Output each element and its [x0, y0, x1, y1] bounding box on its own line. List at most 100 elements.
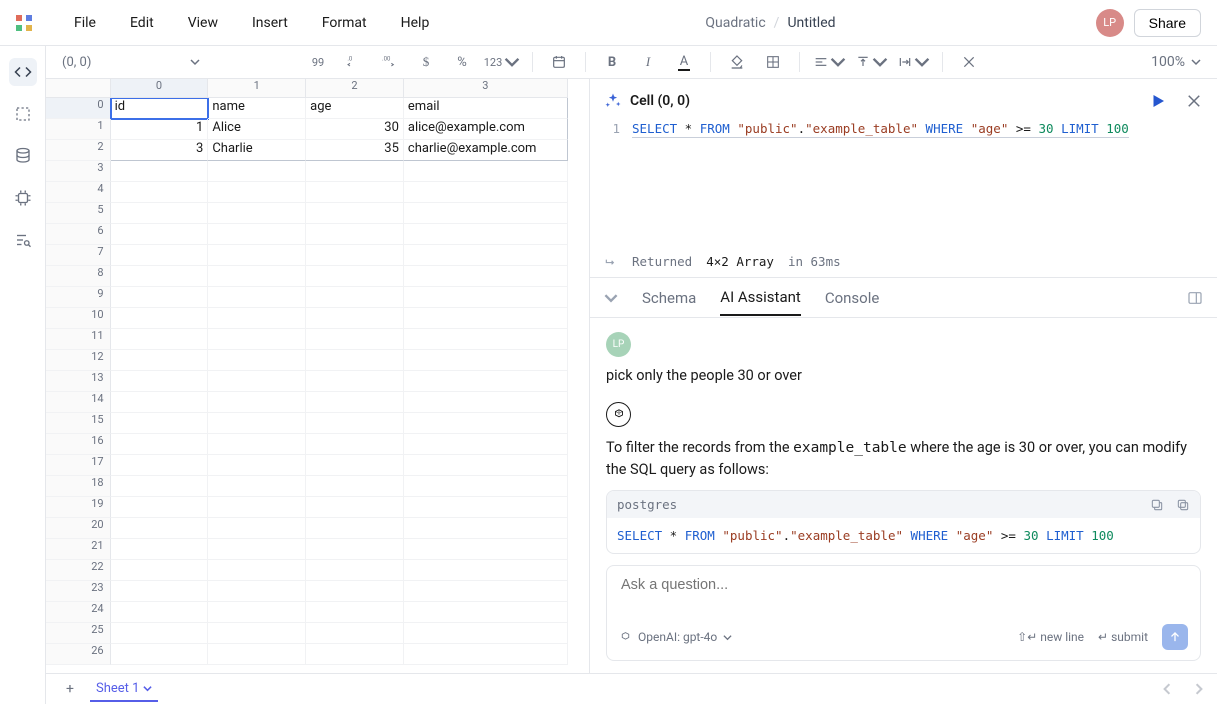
grid-cell[interactable] — [111, 455, 209, 476]
cell-reference-input[interactable]: (0, 0) — [52, 49, 182, 75]
grid-cell[interactable] — [111, 182, 209, 203]
collapse-panel-icon[interactable] — [604, 291, 618, 305]
grid-cell[interactable]: alice@example.com — [404, 119, 568, 140]
row-header[interactable]: 5 — [46, 203, 111, 224]
grid-cell[interactable] — [208, 581, 306, 602]
grid-cell[interactable] — [111, 350, 209, 371]
row-header[interactable]: 20 — [46, 518, 111, 539]
grid-cell[interactable]: charlie@example.com — [404, 140, 568, 161]
decrease-decimal-button[interactable]: .0 — [338, 48, 370, 76]
grid-cell[interactable] — [404, 245, 568, 266]
app-logo[interactable] — [8, 7, 40, 39]
row-header[interactable]: 9 — [46, 287, 111, 308]
grid-cell[interactable] — [208, 539, 306, 560]
grid-cell[interactable] — [404, 308, 568, 329]
spreadsheet-grid[interactable]: 01230idnameageemail11Alice30alice@exampl… — [46, 79, 589, 673]
grid-cell[interactable] — [306, 476, 404, 497]
grid-cell[interactable] — [404, 476, 568, 497]
row-header[interactable]: 7 — [46, 245, 111, 266]
grid-cell[interactable] — [208, 203, 306, 224]
menu-file[interactable]: File — [58, 9, 112, 37]
grid-cell[interactable] — [404, 434, 568, 455]
row-header[interactable]: 26 — [46, 644, 111, 665]
borders-button[interactable] — [757, 48, 789, 76]
row-header[interactable]: 25 — [46, 623, 111, 644]
row-header[interactable]: 18 — [46, 476, 111, 497]
grid-cell[interactable] — [306, 434, 404, 455]
row-header[interactable]: 13 — [46, 371, 111, 392]
grid-cell[interactable] — [404, 539, 568, 560]
grid-cell[interactable] — [306, 392, 404, 413]
row-header[interactable]: 14 — [46, 392, 111, 413]
grid-cell[interactable] — [111, 434, 209, 455]
grid-cell[interactable] — [111, 371, 209, 392]
bold-button[interactable]: B — [596, 48, 628, 76]
grid-cell[interactable] — [404, 392, 568, 413]
grid-cell[interactable] — [404, 623, 568, 644]
grid-cell[interactable] — [111, 224, 209, 245]
sheet-next-button[interactable] — [1193, 683, 1205, 695]
row-header[interactable]: 0 — [46, 98, 111, 119]
row-header[interactable]: 6 — [46, 224, 111, 245]
grid-cell[interactable] — [208, 602, 306, 623]
grid-cell[interactable] — [111, 581, 209, 602]
send-button[interactable] — [1162, 624, 1188, 650]
doc-name[interactable]: Untitled — [787, 15, 835, 31]
grid-cell[interactable] — [306, 161, 404, 182]
grid-cell[interactable] — [111, 287, 209, 308]
grid-cell[interactable] — [111, 518, 209, 539]
align-vertical-button[interactable] — [852, 48, 890, 76]
grid-cell[interactable] — [306, 224, 404, 245]
menu-edit[interactable]: Edit — [114, 9, 170, 37]
row-header[interactable]: 15 — [46, 413, 111, 434]
zoom-dropdown-icon[interactable] — [1191, 57, 1201, 67]
grid-cell[interactable] — [208, 182, 306, 203]
grid-cell[interactable] — [306, 203, 404, 224]
grid-cell[interactable]: 3 — [111, 140, 209, 161]
grid-cell[interactable] — [208, 623, 306, 644]
grid-cell[interactable] — [404, 329, 568, 350]
grid-cell[interactable] — [111, 644, 209, 665]
increase-decimal-button[interactable]: .00 — [374, 48, 406, 76]
grid-cell[interactable] — [208, 413, 306, 434]
grid-cell[interactable] — [404, 560, 568, 581]
column-header[interactable]: 3 — [404, 79, 568, 98]
chip-icon[interactable] — [9, 184, 37, 212]
percent-button[interactable]: % — [446, 48, 478, 76]
column-header[interactable]: 1 — [208, 79, 306, 98]
row-header[interactable]: 21 — [46, 539, 111, 560]
grid-cell[interactable] — [404, 581, 568, 602]
grid-cell[interactable] — [306, 266, 404, 287]
grid-cell[interactable] — [111, 497, 209, 518]
menu-view[interactable]: View — [172, 9, 234, 37]
copy-code-icon[interactable] — [1176, 498, 1190, 512]
column-header[interactable]: 2 — [306, 79, 404, 98]
grid-cell[interactable] — [404, 224, 568, 245]
user-avatar[interactable]: LP — [1096, 9, 1124, 37]
grid-cell[interactable] — [111, 413, 209, 434]
row-header[interactable]: 24 — [46, 602, 111, 623]
grid-cell[interactable]: age — [306, 98, 404, 119]
sheet-tab[interactable]: Sheet 1 — [90, 677, 158, 702]
ask-input[interactable] — [619, 576, 1188, 594]
grid-cell[interactable]: name — [208, 98, 306, 119]
grid-cell[interactable] — [111, 476, 209, 497]
search-settings-icon[interactable] — [9, 226, 37, 254]
grid-cell[interactable] — [111, 266, 209, 287]
grid-cell[interactable] — [404, 644, 568, 665]
zoom-value[interactable]: 100% — [1151, 54, 1185, 70]
selection-icon[interactable] — [9, 100, 37, 128]
grid-cell[interactable] — [404, 287, 568, 308]
code-icon[interactable] — [9, 58, 37, 86]
row-header[interactable]: 19 — [46, 497, 111, 518]
grid-cell[interactable] — [208, 371, 306, 392]
insert-code-icon[interactable] — [1150, 498, 1164, 512]
grid-cell[interactable] — [404, 602, 568, 623]
grid-cell[interactable]: 30 — [306, 119, 404, 140]
grid-cell[interactable] — [306, 413, 404, 434]
grid-cell[interactable] — [111, 623, 209, 644]
grid-cell[interactable] — [111, 539, 209, 560]
fill-color-button[interactable] — [721, 48, 753, 76]
row-header[interactable]: 16 — [46, 434, 111, 455]
italic-button[interactable]: I — [632, 48, 664, 76]
